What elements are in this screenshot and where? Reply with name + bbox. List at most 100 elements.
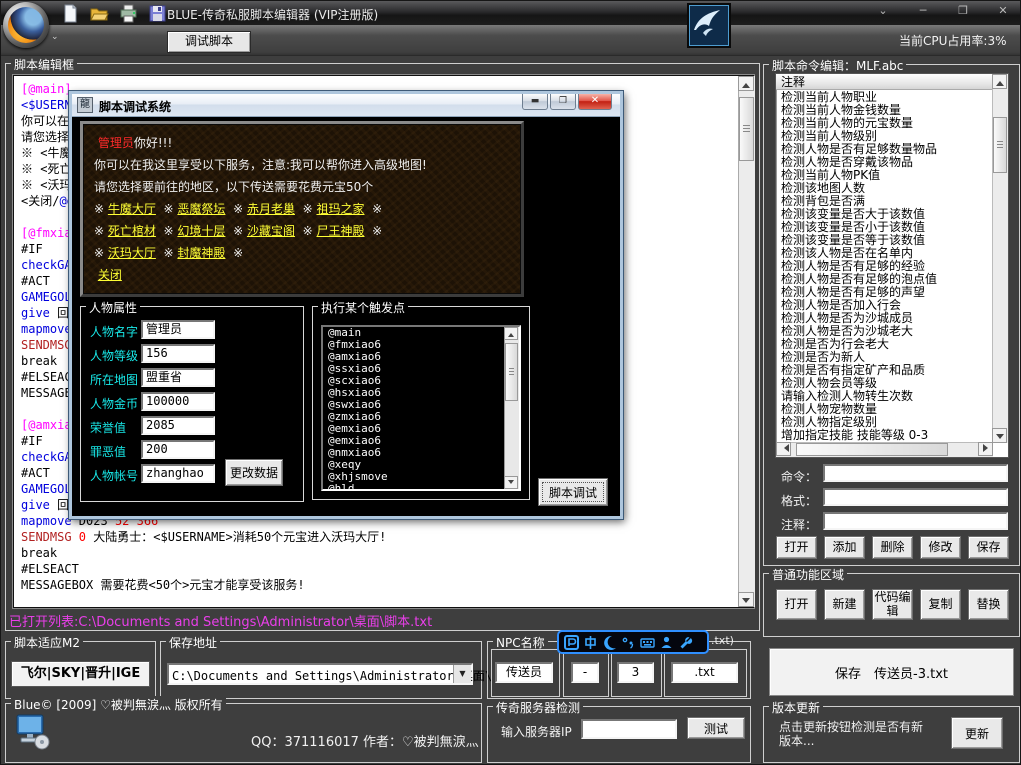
change-data-button[interactable]: 更改数据 — [225, 459, 283, 486]
npc-name-caption-tail: .txt) — [711, 634, 734, 647]
app-window: BLUE-传奇私服脚本编辑器 (VIP注册版) ⌄ ─ ❐ ✕ ⌄ 调试脚本 当… — [0, 0, 1021, 765]
ime-softkeyboard-icon[interactable] — [640, 635, 655, 650]
attr-input[interactable]: zhanghao — [141, 464, 215, 483]
command-list-header[interactable]: 注释 — [776, 74, 993, 90]
common-function-button-3[interactable]: 代码编辑 — [872, 589, 913, 620]
scrollbar-thumb[interactable] — [993, 117, 1007, 173]
ime-logo-icon[interactable] — [564, 635, 579, 650]
version-update-group-title: 版本更新 — [769, 699, 823, 716]
command-list-vscrollbar[interactable] — [992, 74, 1008, 443]
attr-input[interactable]: 156 — [141, 344, 215, 363]
npc-teleport-link[interactable]: 封魔神殿 — [177, 246, 225, 260]
attr-input[interactable]: 100000 — [141, 392, 215, 411]
command-list-items: 检测当前人物职业检测当前人物金钱数量检测当前人物的元宝数量检测当前人物级别检测人… — [776, 91, 993, 443]
ime-user-icon[interactable] — [659, 635, 674, 650]
editor-scrollbar[interactable] — [738, 76, 755, 607]
ime-punctuation-icon[interactable] — [621, 635, 636, 650]
dropdown-arrow-icon[interactable]: ▼ — [453, 665, 471, 683]
command-action-button-1[interactable]: 打开 — [776, 536, 817, 559]
print-icon[interactable] — [119, 4, 138, 23]
trigger-point-group-title: 执行某个触发点 — [318, 299, 408, 316]
ime-chinese-mode-icon[interactable] — [583, 635, 598, 650]
command-action-button-5[interactable]: 保存 — [968, 536, 1009, 559]
scroll-down-icon[interactable] — [738, 592, 754, 607]
npc-name-input[interactable]: 传送员 — [495, 662, 553, 683]
command-list-hscrollbar[interactable] — [776, 442, 993, 457]
attr-input[interactable]: 管理员 — [141, 320, 215, 339]
npc-teleport-link[interactable]: 赤月老巢 — [247, 202, 295, 216]
npc-teleport-link[interactable]: 尸王神殿 — [316, 224, 364, 238]
trigger-item[interactable]: @hld — [323, 483, 519, 491]
npc-greeting-line: 管理员你好!!! — [94, 132, 427, 154]
npc-separator-input[interactable]: - — [571, 662, 599, 683]
new-file-icon[interactable] — [61, 4, 80, 23]
scrollbar-thumb[interactable] — [505, 343, 518, 401]
update-button[interactable]: 更新 — [951, 717, 1003, 749]
npc-ext-input[interactable]: .txt — [671, 662, 738, 683]
m2-engine-selector[interactable]: 飞尔|SKY|晋升|IGE — [11, 661, 150, 687]
scroll-right-icon[interactable] — [978, 442, 993, 456]
debug-script-button[interactable]: 调试脚本 — [167, 31, 251, 53]
attr-input[interactable]: 盟重省 — [141, 368, 215, 387]
common-function-button-2[interactable]: 新建 — [824, 589, 865, 620]
scroll-down-icon[interactable] — [992, 428, 1007, 443]
common-function-button-5[interactable]: 替换 — [968, 589, 1009, 620]
command-action-button-2[interactable]: 添加 — [824, 536, 865, 559]
scrollbar-thumb[interactable] — [739, 97, 754, 161]
dialog-title-bar[interactable]: 龍 脚本调试系统 ▬ ❐ ✕ — [72, 94, 620, 117]
scroll-up-icon[interactable] — [504, 327, 518, 340]
npc-number-input[interactable]: 3 — [617, 662, 654, 683]
npc-teleport-link[interactable]: 幻境十层 — [177, 224, 225, 238]
format-input[interactable] — [823, 488, 1008, 506]
app-orb-menu-button[interactable] — [3, 2, 49, 48]
scroll-up-icon[interactable] — [738, 76, 754, 91]
common-function-button-4[interactable]: 复制 — [920, 589, 961, 620]
scroll-down-icon[interactable] — [504, 476, 518, 489]
command-list[interactable]: 注释 检测当前人物职业检测当前人物金钱数量检测当前人物的元宝数量检测当前人物级别… — [775, 73, 1009, 458]
dialog-title: 脚本调试系统 — [99, 98, 171, 115]
eagle-logo — [687, 3, 731, 48]
npc-teleport-link[interactable]: 祖玛之家 — [316, 202, 364, 216]
npc-teleport-link[interactable]: 沙藏宝阁 — [247, 224, 295, 238]
scrollbar-thumb[interactable] — [796, 443, 948, 456]
ime-fullwidth-moon-icon[interactable] — [602, 635, 617, 650]
attr-input[interactable]: 200 — [141, 440, 215, 459]
test-server-button[interactable]: 测试 — [687, 717, 745, 739]
npc-teleport-link[interactable]: 牛魔大厅 — [108, 202, 156, 216]
dialog-close-button[interactable]: ✕ — [578, 94, 612, 110]
attr-input[interactable]: 2085 — [141, 416, 215, 435]
trigger-listbox[interactable]: @main@fmxiao6@amxiao6@ssxiao6@scxiao6@hs… — [321, 325, 521, 491]
npc-teleport-link[interactable]: 死亡棺材 — [108, 224, 156, 238]
save-path-combobox[interactable]: C:\Documents and Settings\Administrator\… — [167, 663, 473, 685]
orb-dropdown-icon[interactable]: ⌄ — [51, 32, 63, 42]
npc-teleport-link[interactable]: 恶魔祭坛 — [177, 202, 225, 216]
command-input[interactable] — [823, 464, 1008, 482]
server-ip-input[interactable] — [581, 719, 677, 739]
script-debug-button[interactable]: 脚本调试 — [538, 478, 608, 506]
common-function-button-1[interactable]: 打开 — [776, 589, 817, 620]
npc-teleport-link[interactable]: 沃玛大厅 — [108, 246, 156, 260]
dialog-minimize-button[interactable]: ▬ — [522, 94, 548, 110]
ime-settings-wrench-icon[interactable] — [678, 635, 693, 650]
save-icon[interactable] — [148, 4, 167, 23]
minimize-button[interactable]: ─ — [910, 4, 936, 18]
dialog-maximize-button[interactable]: ❐ — [550, 94, 576, 110]
npc-close-link[interactable]: 关闭 — [98, 268, 122, 282]
command-action-button-4[interactable]: 修改 — [920, 536, 961, 559]
attr-label: 荣誉值 — [90, 419, 126, 436]
menu-chevron-button[interactable]: ⌄ — [870, 4, 896, 18]
window-title: BLUE-传奇私服脚本编辑器 (VIP注册版) — [167, 6, 378, 23]
command-item[interactable]: 增加指定技能 技能等级 0-3 — [776, 429, 993, 442]
save-file-button[interactable]: 保存 传送员-3.txt — [769, 648, 1014, 696]
open-folder-icon[interactable] — [90, 4, 109, 23]
ime-toolbar[interactable] — [557, 630, 709, 654]
restore-button[interactable]: ❐ — [950, 4, 976, 18]
trigger-list-scrollbar[interactable] — [504, 327, 519, 489]
command-action-button-3[interactable]: 删除 — [872, 536, 913, 559]
comment-input[interactable] — [823, 512, 1008, 530]
orb-logo — [8, 7, 44, 43]
scroll-left-icon[interactable] — [776, 442, 791, 456]
close-button[interactable]: ✕ — [990, 4, 1016, 18]
opened-file-status: 已打开列表:C:\Documents and Settings\Administ… — [9, 611, 432, 630]
scroll-up-icon[interactable] — [992, 74, 1007, 89]
